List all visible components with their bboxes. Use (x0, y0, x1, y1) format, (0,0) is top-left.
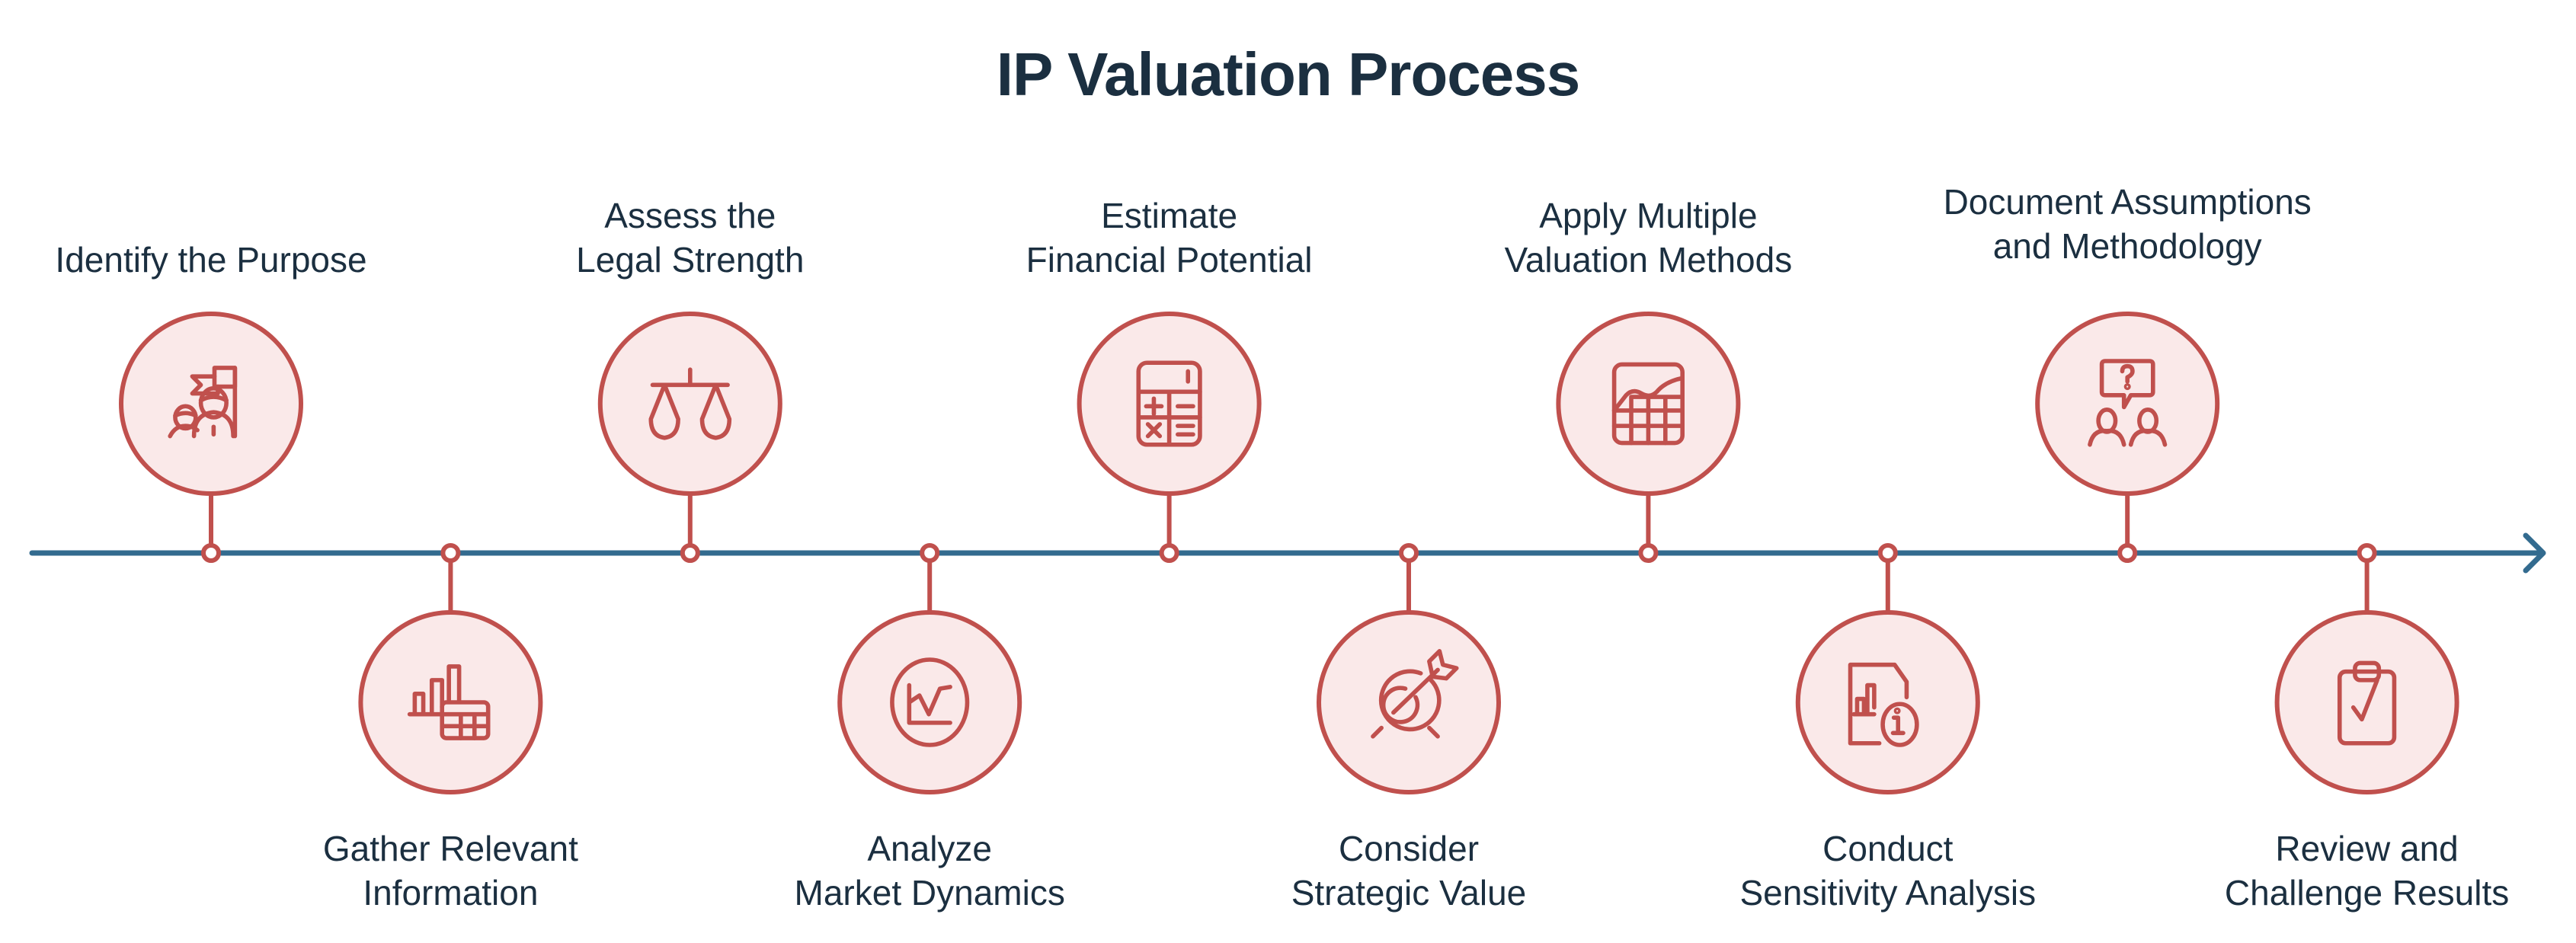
step-label-line: Financial Potential (1026, 240, 1313, 280)
step-label-line: Strategic Value (1291, 873, 1527, 913)
step-icon-circle (119, 312, 303, 496)
step-label-line: and Methodology (1992, 226, 2262, 266)
step-label-line: Legal Strength (576, 240, 805, 280)
timeline-marker (1399, 543, 1419, 563)
step-label-line: Valuation Methods (1504, 240, 1793, 280)
step-label-line: Document Assumptions (1943, 182, 2312, 222)
step-label-line: Gather Relevant (322, 829, 578, 868)
step-label-line: Identify the Purpose (55, 240, 367, 280)
step-label-line: Apply Multiple (1539, 196, 1758, 235)
timeline-marker (201, 543, 221, 563)
step-icon-circle (837, 610, 1022, 794)
step-label: Apply Multiple Valuation Methods (1412, 193, 1884, 282)
timeline-marker (920, 543, 940, 563)
step-label-line: Consider (1338, 829, 1480, 868)
timeline-step-4 (837, 543, 1022, 794)
step-label: Identify the Purpose (0, 238, 447, 282)
timeline-marker (680, 543, 700, 563)
step-label-line: Analyze (867, 829, 993, 868)
timeline-marker (1877, 543, 1898, 563)
step-label: Document Assumptions and Methodology (1891, 180, 2363, 268)
step-label-line: Challenge Results (2224, 873, 2510, 913)
timeline-step-9 (2035, 312, 2220, 563)
step-label: Consider Strategic Value (1173, 826, 1645, 915)
step-label-line: Market Dynamics (794, 873, 1065, 913)
timeline-step-10 (2274, 543, 2459, 794)
timeline-diagram (29, 312, 2546, 794)
timeline-step-7 (1556, 312, 1741, 563)
step-label: Review and Challenge Results (2131, 826, 2576, 915)
timeline-step-5 (1077, 312, 1262, 563)
step-label-line: Sensitivity Analysis (1739, 873, 2037, 913)
step-label-line: Estimate (1101, 196, 1238, 235)
timeline-marker (2357, 543, 2377, 563)
step-icon-circle (1795, 610, 1980, 794)
step-label: Estimate Financial Potential (933, 193, 1406, 282)
step-label-line: Conduct (1822, 829, 1954, 868)
timeline-marker (440, 543, 461, 563)
timeline-step-3 (597, 312, 782, 563)
step-label: Gather Relevant Information (214, 826, 686, 915)
timeline-marker (1159, 543, 1179, 563)
timeline-step-2 (358, 543, 543, 794)
step-label-line: Assess the (604, 196, 776, 235)
step-icon-circle (1317, 610, 1501, 794)
step-icon-circle (597, 312, 782, 496)
step-label: Analyze Market Dynamics (693, 826, 1166, 915)
timeline-step-1 (119, 312, 303, 563)
timeline-step-6 (1317, 543, 1501, 794)
timeline-step-8 (1795, 543, 1980, 794)
step-label-line: Review and (2275, 829, 2459, 868)
timeline-marker (1638, 543, 1659, 563)
step-label-line: Information (363, 873, 539, 913)
step-label: Assess the Legal Strength (454, 193, 926, 282)
timeline-marker (2117, 543, 2138, 563)
step-label: Conduct Sensitivity Analysis (1652, 826, 2124, 915)
